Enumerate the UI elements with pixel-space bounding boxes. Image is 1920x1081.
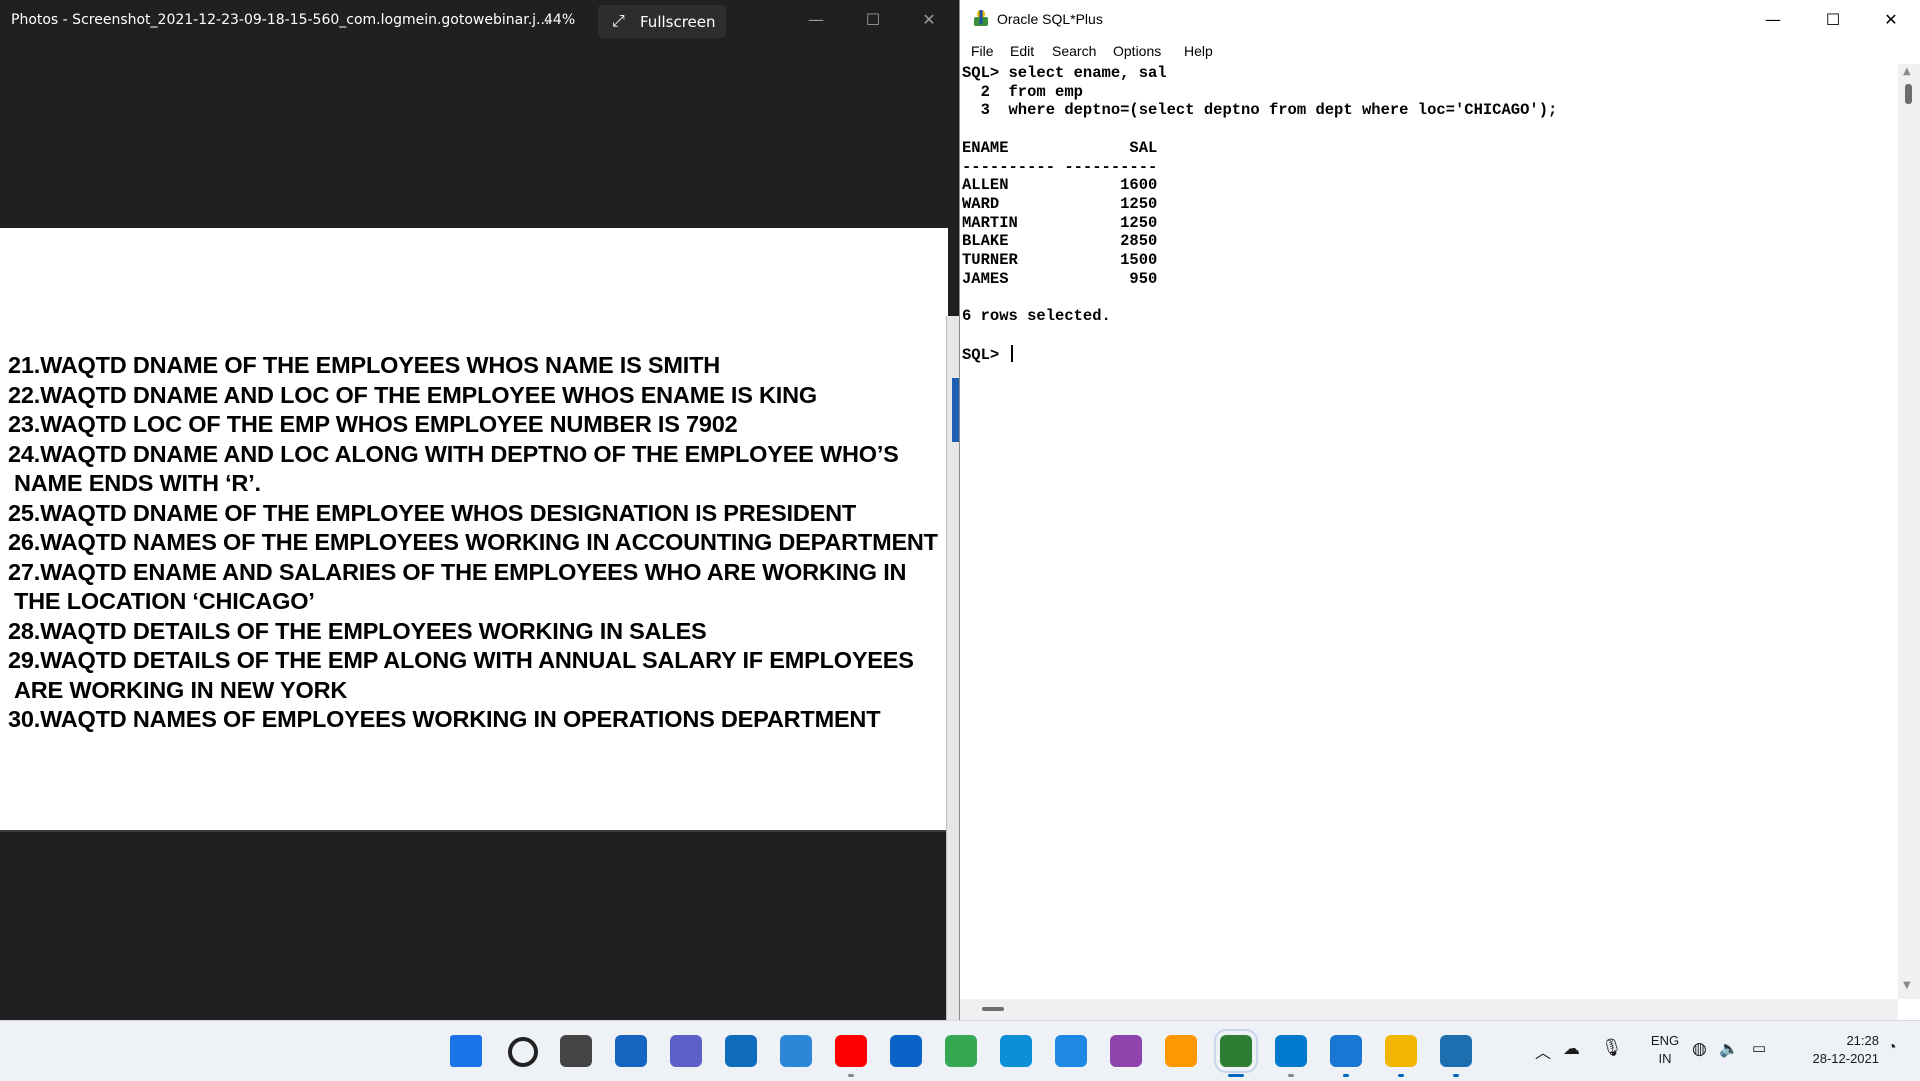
scroll-down-icon[interactable]: ▼ [1903,980,1911,991]
question-line: 25.WAQTD DNAME OF THE EMPLOYEE WHOS DESI… [8,499,856,526]
photos-icon[interactable] [1440,1035,1472,1067]
sqlplus-icon[interactable] [1214,1029,1258,1073]
vertical-scroll-thumb[interactable] [1905,84,1912,104]
fullscreen-button[interactable]: ⤢ Fullscreen [598,5,726,38]
onedrive-icon[interactable]: ☁ [1563,1039,1580,1059]
sqlplus-titlebar: Oracle SQL*Plus — ☐ ✕ [960,0,1920,40]
sqlplus-window: Oracle SQL*Plus — ☐ ✕ File Edit Search O… [959,0,1920,1020]
photos-window: Photos - Screenshot_2021-12-23-09-18-15-… [0,0,961,1020]
menu-edit[interactable]: Edit [1010,43,1034,59]
git-icon[interactable] [1110,1035,1142,1067]
menu-file[interactable]: File [971,43,994,59]
remote-desktop-icon[interactable] [1055,1035,1087,1067]
minimize-icon: — [1765,10,1781,29]
question-line: 29.WAQTD DETAILS OF THE EMP ALONG WITH A… [8,647,914,673]
sqlplus-maximize-button[interactable]: ☐ [1810,0,1856,40]
youtube-icon[interactable] [835,1035,867,1067]
photos-running-indicator [1453,1074,1459,1077]
teams-chat-icon[interactable] [670,1035,702,1067]
edge-icon[interactable] [1000,1035,1032,1067]
horizontal-scroll-thumb[interactable] [982,1007,1004,1011]
image-bottom-border [0,830,948,832]
clock-time: 21:28 [1846,1033,1879,1048]
taskbar: ︿ ☁ 🎙 ENG IN ◍ 🔈 ▭ 21:28 28-12-2021 ◔ [0,1020,1920,1081]
notification-icon[interactable]: ◔ [1887,1039,1897,1057]
language-region: IN [1658,1051,1672,1066]
vscode-running-indicator [1288,1074,1294,1077]
sqlplus-minimize-button[interactable]: — [1750,0,1796,40]
notepad-running-indicator [1343,1074,1349,1077]
menu-options[interactable]: Options [1113,43,1161,59]
sqlplus-close-button[interactable]: ✕ [1868,0,1914,40]
clock-date: 28-12-2021 [1812,1051,1880,1066]
youtube-running-indicator [848,1074,854,1077]
photos-maximize-button[interactable]: ☐ [850,0,896,40]
battery-icon[interactable]: ▭ [1752,1039,1766,1057]
start-icon[interactable] [450,1035,482,1067]
question-line: 23.WAQTD LOC OF THE EMP WHOS EMPLOYEE NU… [8,411,738,437]
sqlplus-title: Oracle SQL*Plus [997,11,1103,27]
notepad-icon[interactable] [1330,1035,1362,1067]
language-code: ENG [1650,1033,1680,1048]
maximize-icon: ☐ [865,10,881,29]
volume-icon[interactable]: 🔈 [1719,1039,1739,1059]
photos-titlebar: Photos - Screenshot_2021-12-23-09-18-15-… [0,0,948,44]
question-line: THE LOCATION ‘CHICAGO’ [14,588,315,614]
file-explorer-running-indicator [1398,1074,1404,1077]
store-icon[interactable] [725,1035,757,1067]
photos-title: Photos - Screenshot_2021-12-23-09-18-15-… [11,12,550,28]
scroll-up-icon[interactable]: ▲ [1903,66,1911,77]
file-explorer-icon[interactable] [1385,1035,1417,1067]
question-line: NAME ENDS WITH ‘R’. [14,470,261,496]
maximize-icon: ☐ [1825,10,1841,29]
close-icon: ✕ [1884,10,1898,29]
console-text: SQL> select ename, sal 2 from emp 3 wher… [962,64,1558,364]
phone-icon[interactable] [780,1035,812,1067]
search-icon[interactable] [508,1037,538,1067]
photos-minimize-button[interactable]: — [793,0,839,40]
text-cursor [1010,344,1013,362]
network-icon[interactable]: ◍ [1692,1039,1707,1059]
question-line: 30.WAQTD NAMES OF EMPLOYEES WORKING IN O… [8,706,881,732]
sqlplus-running-indicator [1228,1074,1244,1077]
question-list: 21.WAQTD DNAME OF THE EMPLOYEES WHOS NAM… [8,351,948,735]
chrome-icon[interactable] [945,1035,977,1067]
mail-icon[interactable] [890,1035,922,1067]
question-line: 21.WAQTD DNAME OF THE EMPLOYEES WHOS NAM… [8,352,721,378]
close-icon: ✕ [922,10,936,29]
language-indicator[interactable]: ENG IN [1645,1033,1685,1066]
sublime-text-icon[interactable] [1165,1035,1197,1067]
question-line: 24.WAQTD DNAME AND LOC ALONG WITH DEPTNO… [8,440,899,467]
menu-search[interactable]: Search [1052,43,1096,59]
vertical-scrollbar[interactable]: ▲ ▼ [1898,64,1920,999]
console-output: SQL> select ename, sal 2 from emp 3 wher… [962,64,1557,364]
zoom-level[interactable]: 44% [544,12,575,28]
minimize-icon: — [808,10,824,29]
widgets-icon[interactable] [615,1035,647,1067]
question-line: 27.WAQTD ENAME AND SALARIES OF THE EMPLO… [8,558,907,585]
vscode-icon[interactable] [1275,1035,1307,1067]
chevron-up-icon[interactable]: ︿ [1535,1039,1551,1063]
system-tray: ︿ ☁ 🎙 ENG IN ◍ 🔈 ▭ 21:28 28-12-2021 ◔ [1535,1021,1920,1081]
expand-icon: ⤢ [612,11,625,30]
clock[interactable]: 21:28 28-12-2021 [1787,1033,1880,1066]
question-line: 26.WAQTD NAMES OF THE EMPLOYEES WORKING … [8,529,938,555]
photos-close-button[interactable]: ✕ [906,0,952,40]
menu-help[interactable]: Help [1184,43,1213,59]
question-line: 28.WAQTD DETAILS OF THE EMPLOYEES WORKIN… [8,617,707,644]
sql-console[interactable]: SQL> select ename, sal 2 from emp 3 wher… [960,64,1897,1000]
sqlplus-app-icon [974,10,988,26]
sqlplus-menubar: File Edit Search Options Help [960,40,1920,64]
microphone-icon[interactable]: 🎙 [1601,1038,1623,1058]
horizontal-scrollbar[interactable] [960,999,1898,1020]
task-view-icon[interactable] [560,1035,592,1067]
fullscreen-label: Fullscreen [640,13,716,31]
photo-image: 21.WAQTD DNAME OF THE EMPLOYEES WHOS NAM… [0,228,948,832]
question-line: 22.WAQTD DNAME AND LOC OF THE EMPLOYEE W… [8,381,817,408]
question-line: ARE WORKING IN NEW YORK [14,676,348,703]
